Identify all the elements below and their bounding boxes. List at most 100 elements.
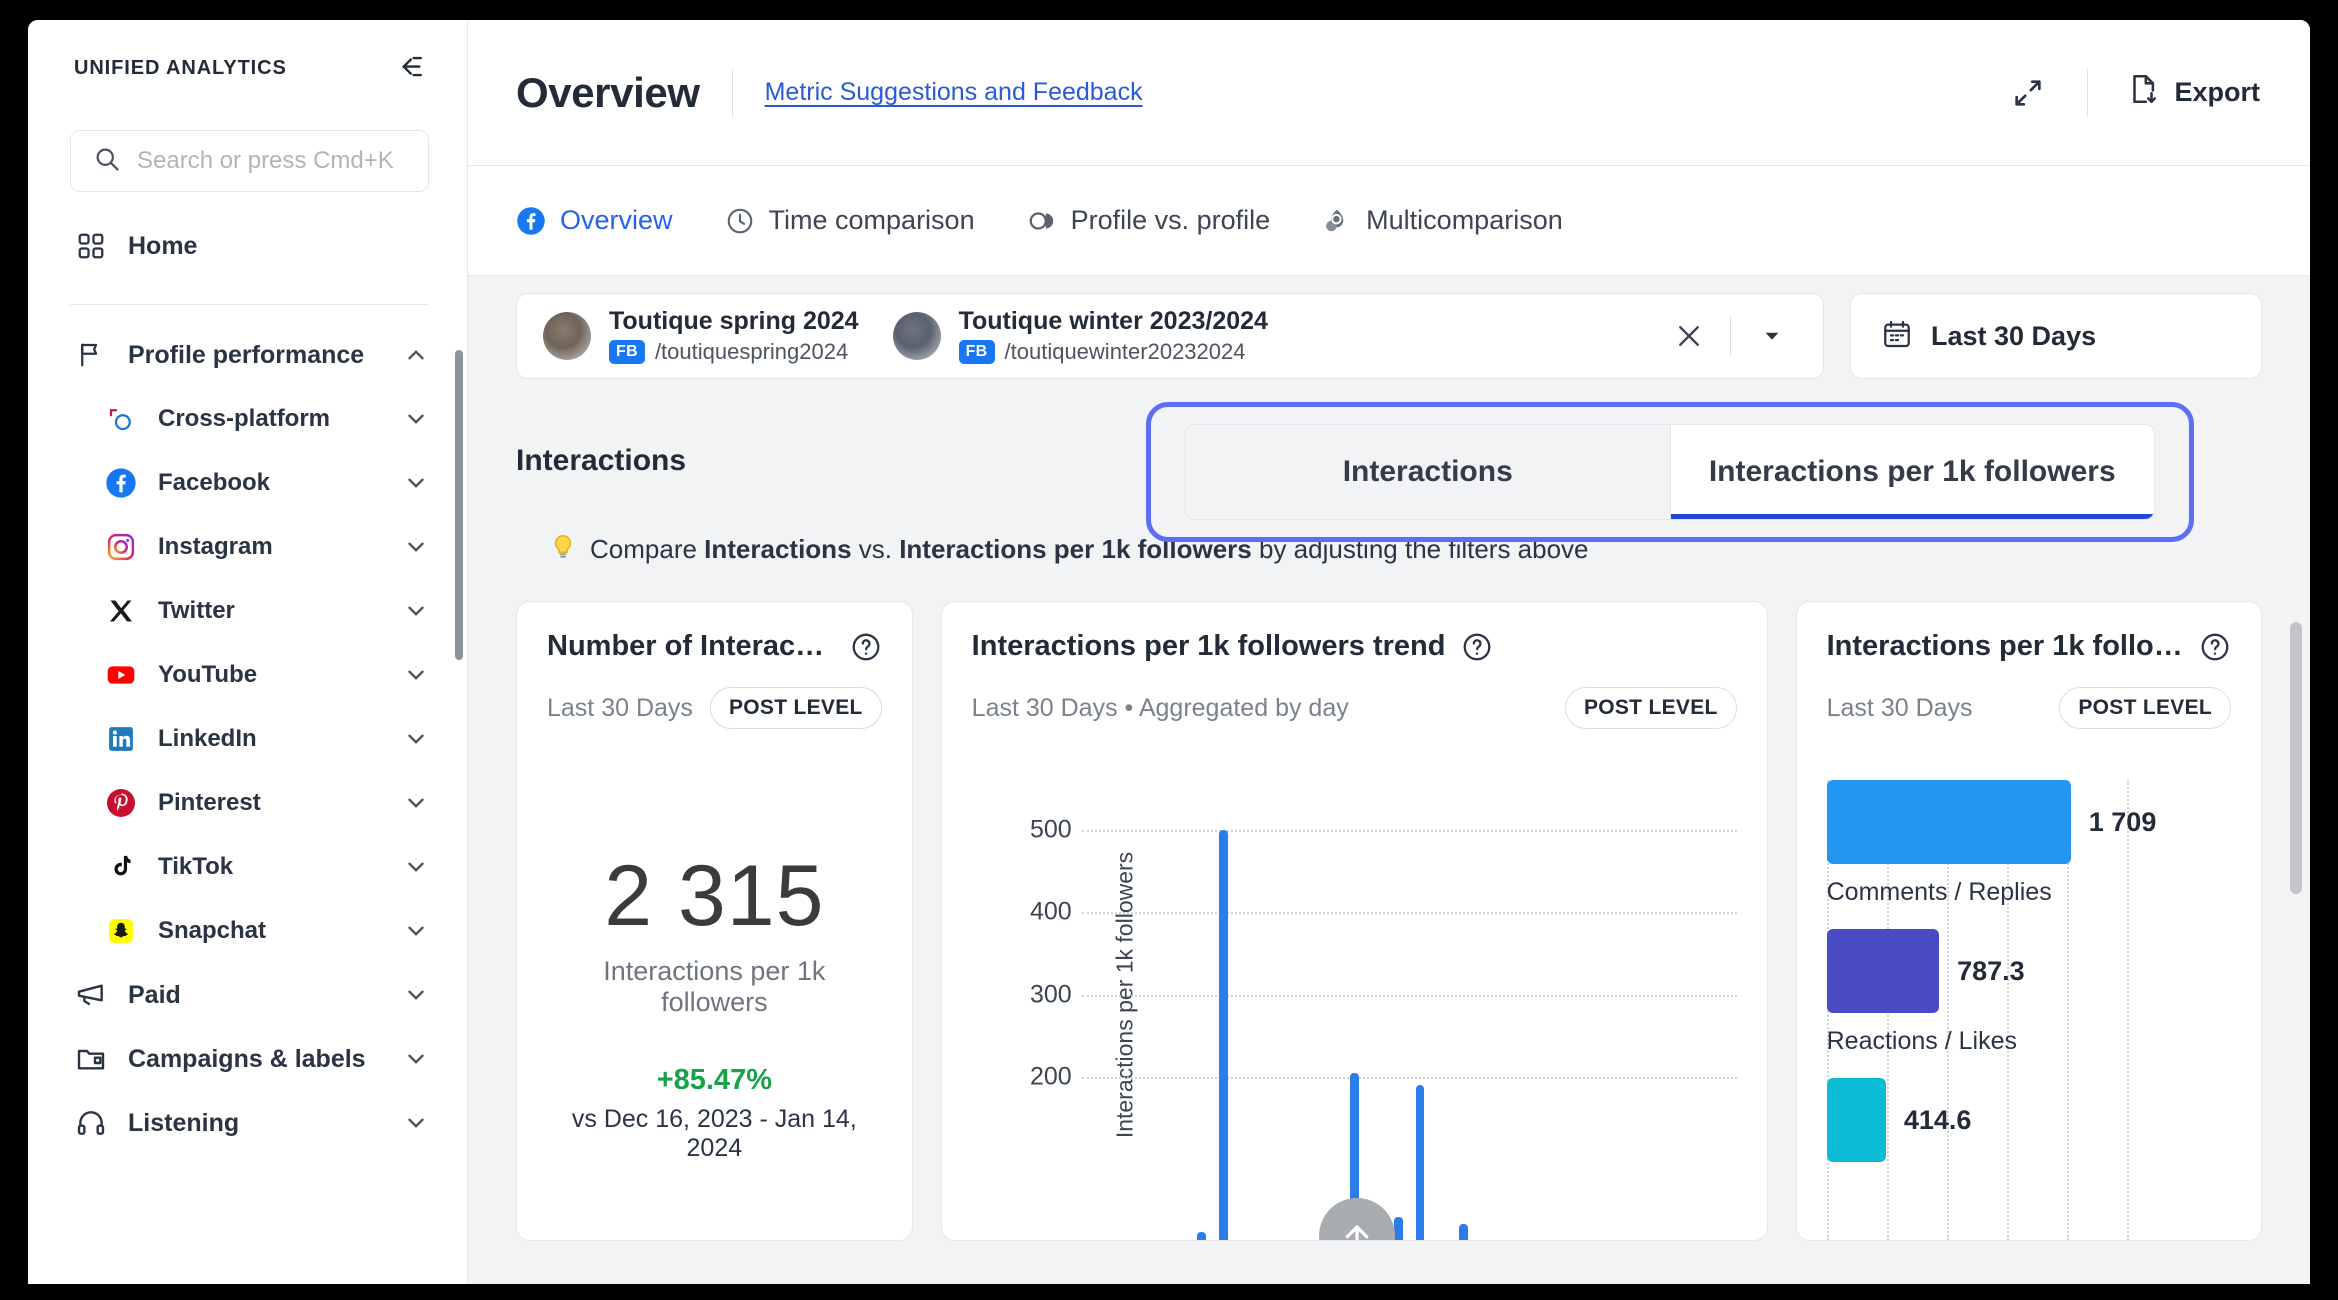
kpi-body: 2 315 Interactions per 1k followers +85.… [547, 847, 882, 1163]
flag-icon [74, 338, 108, 372]
sidebar-section-profile-performance[interactable]: Profile performance [28, 323, 467, 387]
metric-row-label: Interactions [516, 444, 686, 478]
sidebar-divider [70, 304, 429, 305]
trend-sub-row: Last 30 Days • Aggregated by day POST LE… [972, 687, 1737, 729]
sidebar-item-youtube[interactable]: YouTube [28, 643, 467, 707]
metric-toggle-row: Interactions Interactions Interactions p… [468, 396, 2310, 526]
toggle-interactions[interactable]: Interactions [1186, 425, 1671, 519]
gridline [1082, 995, 1737, 997]
snapchat-icon [104, 914, 138, 948]
sidebar-item-pinterest[interactable]: Pinterest [28, 771, 467, 835]
date-range-selector[interactable]: Last 30 Days [1850, 293, 2262, 379]
close-icon[interactable] [1648, 321, 1730, 351]
chevron-down-icon[interactable] [1731, 325, 1813, 347]
chevron-down-icon[interactable] [403, 406, 429, 432]
sidebar-item-label: TikTok [158, 853, 383, 881]
tab-time-comparison[interactable]: Time comparison [725, 166, 975, 275]
tab-label: Overview [560, 205, 673, 236]
export-divider [2087, 69, 2088, 117]
sidebar-item-facebook[interactable]: Facebook [28, 451, 467, 515]
chevron-down-icon[interactable] [403, 662, 429, 688]
tab-multicomparison[interactable]: Multicomparison [1322, 166, 1563, 275]
kpi-title-row: Number of Interactions p… [547, 630, 882, 663]
chevron-down-icon[interactable] [403, 1046, 429, 1072]
metric-toggle-group[interactable]: Interactions Interactions per 1k followe… [1185, 424, 2155, 520]
youtube-icon [104, 658, 138, 692]
instagram-icon [104, 530, 138, 564]
chevron-down-icon[interactable] [403, 1110, 429, 1136]
export-button[interactable]: Export [2120, 64, 2266, 121]
chevron-down-icon[interactable] [403, 726, 429, 752]
trend-bar[interactable] [1197, 1232, 1206, 1241]
breakdown-bar[interactable] [1827, 1078, 1886, 1162]
profile-handle: /toutiquewinter20232024 [1005, 339, 1246, 365]
help-icon[interactable] [850, 631, 882, 663]
profiles-selector[interactable]: Toutique spring 2024 FB /toutiquespring2… [516, 293, 1824, 379]
sidebar-item-home[interactable]: Home [28, 210, 467, 282]
trend-bar[interactable] [1459, 1224, 1468, 1241]
folder-tag-icon [74, 1042, 108, 1076]
search-input[interactable] [137, 147, 406, 175]
trend-chart: Interactions per 1k followers 2003004005… [972, 750, 1743, 1240]
tab-profile-vs-profile[interactable]: Profile vs. profile [1027, 166, 1271, 275]
title-divider [732, 69, 733, 117]
help-icon[interactable] [2199, 631, 2231, 663]
chevron-down-icon[interactable] [403, 534, 429, 560]
profile-handle: /toutiquespring2024 [655, 339, 848, 365]
sidebar-item-listening[interactable]: Listening [28, 1091, 467, 1155]
hint-middle: vs. [852, 534, 900, 564]
breakdown-card: Interactions per 1k follow… Last 30 Days… [1796, 601, 2262, 1241]
facebook-icon [516, 206, 546, 236]
chevron-down-icon[interactable] [403, 470, 429, 496]
breakdown-chart: 1 709Comments / Replies787.3Reactions / … [1827, 780, 2235, 1240]
breakdown-subtitle: Last 30 Days [1827, 694, 1973, 723]
toggle-interactions-per-1k[interactable]: Interactions per 1k followers [1671, 425, 2155, 519]
chevron-down-icon[interactable] [403, 790, 429, 816]
chevron-down-icon[interactable] [403, 598, 429, 624]
y-axis-tick-label: 300 [1030, 980, 1072, 1009]
sidebar-item-tiktok[interactable]: TikTok [28, 835, 467, 899]
sidebar-item-campaigns-labels[interactable]: Campaigns & labels [28, 1027, 467, 1091]
headphones-icon [74, 1106, 108, 1140]
profile-chip[interactable]: Toutique spring 2024 FB /toutiquespring2… [543, 307, 893, 366]
sidebar-item-label: Cross-platform [158, 405, 383, 433]
expand-icon[interactable] [2001, 66, 2055, 120]
help-icon[interactable] [1461, 631, 1493, 663]
sidebar-item-snapchat[interactable]: Snapchat [28, 899, 467, 963]
export-label: Export [2174, 77, 2260, 108]
kpi-value: 2 315 [547, 847, 882, 946]
tab-overview[interactable]: Overview [516, 166, 673, 275]
breakdown-sub-row: Last 30 Days POST LEVEL [1827, 687, 2231, 729]
sidebar-item-label: Instagram [158, 533, 383, 561]
sidebar-item-twitter[interactable]: Twitter [28, 579, 467, 643]
tab-label: Time comparison [769, 205, 975, 236]
calendar-icon [1881, 318, 1913, 355]
twitter-x-icon [104, 594, 138, 628]
trend-level-badge: POST LEVEL [1565, 687, 1737, 729]
sidebar-item-linkedin[interactable]: LinkedIn [28, 707, 467, 771]
trend-bar[interactable] [1219, 830, 1228, 1242]
collapse-sidebar-icon[interactable] [391, 51, 425, 85]
breakdown-value: 1 709 [2089, 807, 2157, 838]
sidebar-scrollbar[interactable] [455, 350, 463, 660]
search-box[interactable] [70, 130, 429, 192]
chevron-down-icon[interactable] [403, 982, 429, 1008]
sidebar-item-instagram[interactable]: Instagram [28, 515, 467, 579]
chevron-down-icon[interactable] [403, 854, 429, 880]
trend-card: Interactions per 1k followers trend Last… [941, 601, 1768, 1241]
breakdown-bar[interactable] [1827, 780, 2071, 864]
sidebar-item-paid[interactable]: Paid [28, 963, 467, 1027]
export-icon [2126, 72, 2160, 113]
kpi-level-badge: POST LEVEL [710, 687, 882, 729]
breakdown-bar[interactable] [1827, 929, 1939, 1013]
tab-label: Profile vs. profile [1071, 205, 1271, 236]
kpi-delta: +85.47% [547, 1064, 882, 1097]
main-scrollbar[interactable] [2290, 622, 2302, 894]
metric-feedback-link[interactable]: Metric Suggestions and Feedback [765, 78, 1143, 107]
chevron-down-icon[interactable] [403, 918, 429, 944]
chevron-up-icon[interactable] [403, 342, 429, 368]
profile-chip[interactable]: Toutique winter 2023/2024 FB /toutiquewi… [893, 307, 1302, 366]
profile-handle-row: FB /toutiquespring2024 [609, 339, 859, 365]
sidebar-item-cross-platform[interactable]: Cross-platform [28, 387, 467, 451]
trend-bar[interactable] [1416, 1085, 1425, 1241]
